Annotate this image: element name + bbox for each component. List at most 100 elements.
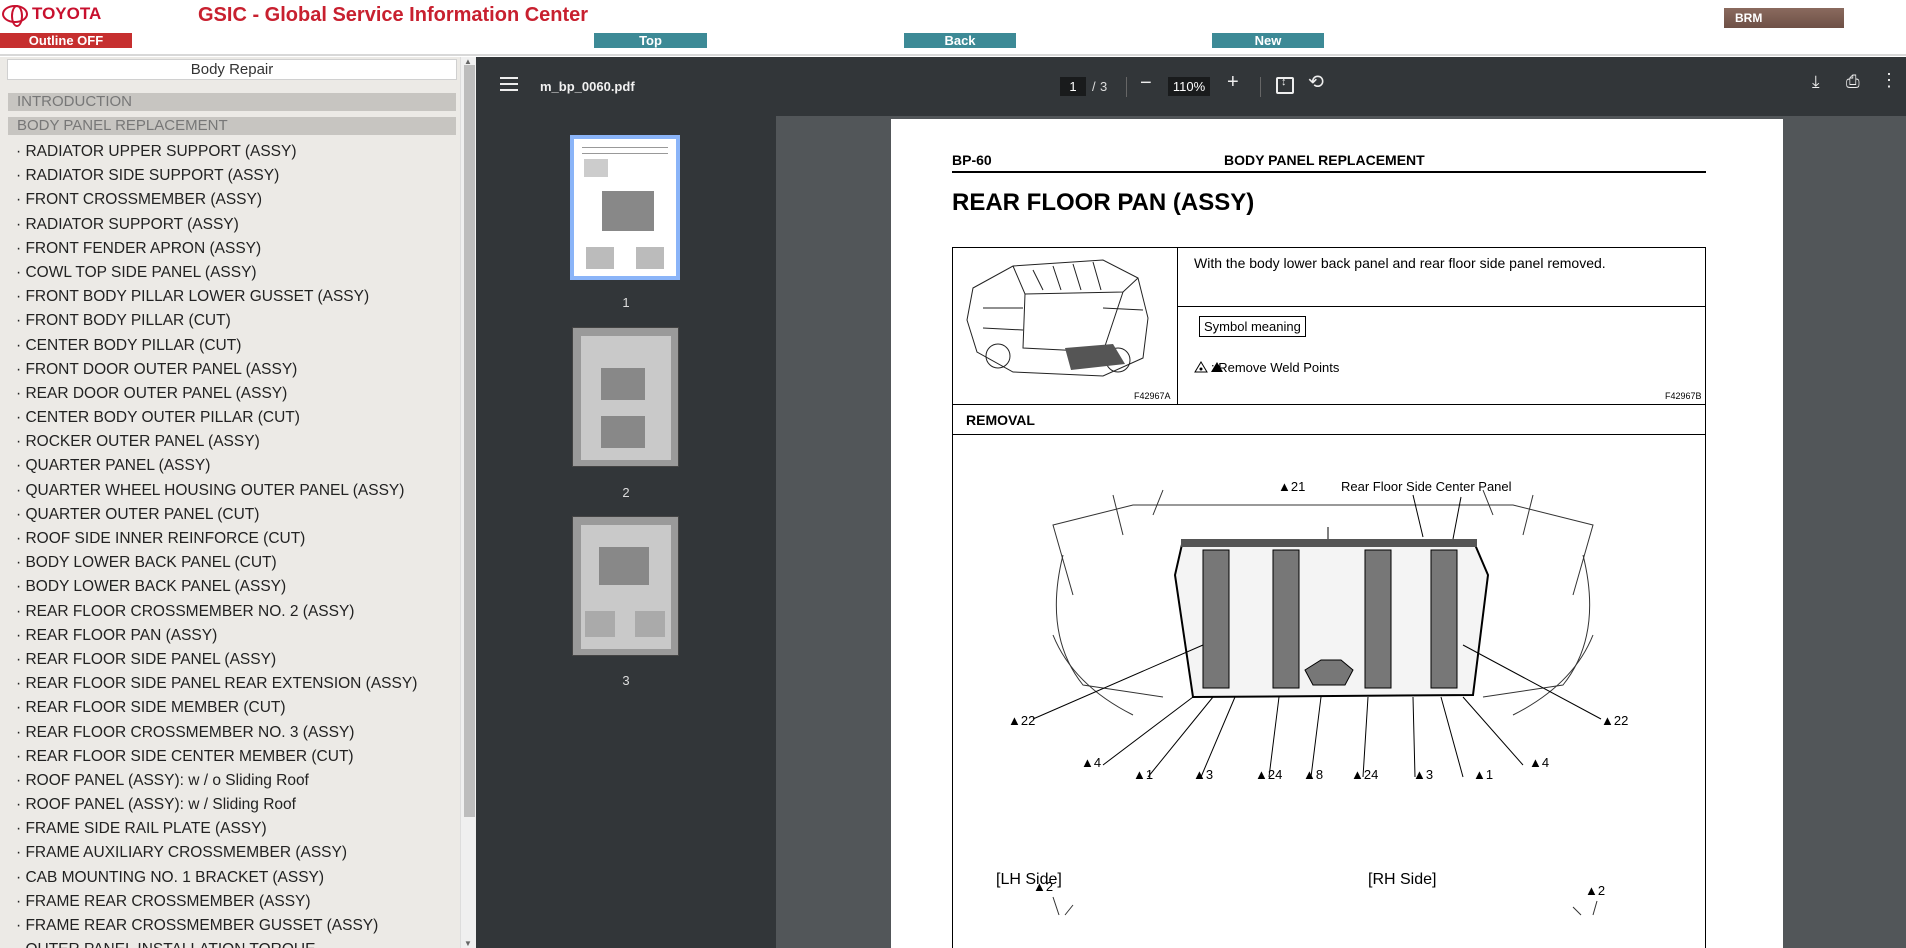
menu-icon[interactable] <box>500 77 518 91</box>
toc-item[interactable]: BODY LOWER BACK PANEL (CUT) <box>16 553 417 577</box>
toc-list: RADIATOR UPPER SUPPORT (ASSY)RADIATOR SI… <box>16 142 417 948</box>
figure-code-b: F42967B <box>1665 391 1702 401</box>
thumbnail-label: 2 <box>622 485 630 500</box>
toc-item[interactable]: REAR FLOOR SIDE CENTER MEMBER (CUT) <box>16 747 417 771</box>
weld-point-icon <box>1194 361 1223 373</box>
toc-item[interactable]: ROOF PANEL (ASSY): w / o Sliding Roof <box>16 771 417 795</box>
toc-item[interactable]: RADIATOR SIDE SUPPORT (ASSY) <box>16 166 417 190</box>
section-introduction[interactable]: INTRODUCTION <box>8 93 456 111</box>
toolbar-divider <box>1126 77 1127 97</box>
zoom-in-icon[interactable]: + <box>1227 71 1239 94</box>
lh-side-label: [LH Side] <box>996 871 1062 888</box>
toc-item[interactable]: RADIATOR SUPPORT (ASSY) <box>16 215 417 239</box>
toc-item[interactable]: FRONT BODY PILLAR LOWER GUSSET (ASSY) <box>16 287 417 311</box>
callout-8: ▲8 <box>1303 767 1323 782</box>
pdf-page: BP-60 BODY PANEL REPLACEMENT REAR FLOOR … <box>891 119 1783 948</box>
toc-item[interactable]: FRAME REAR CROSSMEMBER GUSSET (ASSY) <box>16 916 417 940</box>
toc-item[interactable]: REAR FLOOR CROSSMEMBER NO. 2 (ASSY) <box>16 602 417 626</box>
sidebar: Body Repair INTRODUCTION BODY PANEL REPL… <box>0 57 476 948</box>
callout-4-left: ▲4 <box>1081 755 1101 770</box>
toc-item[interactable]: QUARTER OUTER PANEL (CUT) <box>16 505 417 529</box>
doc-page-code: BP-60 <box>952 152 992 168</box>
pdf-filename: m_bp_0060.pdf <box>540 79 635 94</box>
zoom-out-icon[interactable]: − <box>1140 72 1152 95</box>
vehicle-illustration <box>953 248 1178 405</box>
toc-item[interactable]: REAR FLOOR PAN (ASSY) <box>16 626 417 650</box>
app-header: TOYOTA GSIC - Global Service Information… <box>0 0 1906 56</box>
brm-button[interactable]: BRM <box>1724 8 1844 28</box>
toc-item[interactable]: QUARTER PANEL (ASSY) <box>16 456 417 480</box>
callout-1-right: ▲1 <box>1473 767 1493 782</box>
page-count: 3 <box>1100 79 1108 94</box>
scroll-down-icon[interactable]: ▼ <box>464 939 472 948</box>
zoom-input[interactable]: 110% <box>1168 77 1210 96</box>
toc-item[interactable]: RADIATOR UPPER SUPPORT (ASSY) <box>16 142 417 166</box>
callout-3-right: ▲3 <box>1413 767 1433 782</box>
toc-item[interactable]: FRONT CROSSMEMBER (ASSY) <box>16 190 417 214</box>
toyota-logo[interactable]: TOYOTA <box>2 4 102 27</box>
toc-item[interactable]: REAR FLOOR SIDE PANEL REAR EXTENSION (AS… <box>16 674 417 698</box>
toc-item[interactable]: CENTER BODY PILLAR (CUT) <box>16 336 417 360</box>
callout-4-right: ▲4 <box>1529 755 1549 770</box>
callout-24-right: ▲24 <box>1351 767 1378 782</box>
symbol-legend: : Remove Weld Points <box>1194 360 1339 375</box>
callout-2-rh: ▲2 <box>1585 883 1605 898</box>
toc-item[interactable]: ROOF PANEL (ASSY): w / Sliding Roof <box>16 795 417 819</box>
pdf-toolbar: m_bp_0060.pdf 1 / 3 − 110% + ⟲ ⤓ ⎙ ⋮ <box>476 57 1906 116</box>
sidebar-scrollbar[interactable]: ▲ ▼ <box>460 57 476 948</box>
toc-item[interactable]: REAR FLOOR CROSSMEMBER NO. 3 (ASSY) <box>16 723 417 747</box>
floor-pan-diagram: Rear Floor Side Center Panel ▲21 ▲22 ▲22… <box>1008 479 1628 916</box>
toc-item[interactable]: ROOF SIDE INNER REINFORCE (CUT) <box>16 529 417 553</box>
toc-item[interactable]: FRONT DOOR OUTER PANEL (ASSY) <box>16 360 417 384</box>
logo-text: TOYOTA <box>32 4 102 23</box>
outline-off-button[interactable]: Outline OFF <box>0 33 132 48</box>
download-icon[interactable]: ⤓ <box>1812 72 1820 92</box>
toc-item[interactable]: FRAME REAR CROSSMEMBER (ASSY) <box>16 892 417 916</box>
toc-item[interactable]: ROCKER OUTER PANEL (ASSY) <box>16 432 417 456</box>
toc-item[interactable]: FRAME SIDE RAIL PLATE (ASSY) <box>16 819 417 843</box>
info-divider <box>1178 306 1706 307</box>
toc-item[interactable]: OUTER PANEL INSTALLATION TORQUE <box>16 940 417 948</box>
top-button[interactable]: Top <box>594 33 707 48</box>
doc-title: REAR FLOOR PAN (ASSY) <box>952 189 1255 216</box>
toc-item[interactable]: COWL TOP SIDE PANEL (ASSY) <box>16 263 417 287</box>
section-body-panel-replacement[interactable]: BODY PANEL REPLACEMENT <box>8 117 456 135</box>
toc-item[interactable]: FRAME AUXILIARY CROSSMEMBER (ASSY) <box>16 843 417 867</box>
callout-3-left: ▲3 <box>1193 767 1213 782</box>
symbol-meaning-label: Symbol meaning <box>1199 316 1306 337</box>
toc-item[interactable]: FRONT BODY PILLAR (CUT) <box>16 311 417 335</box>
rotate-icon[interactable]: ⟲ <box>1308 71 1324 94</box>
callout-1-left: ▲1 <box>1133 767 1153 782</box>
thumbnail-page-2[interactable] <box>572 327 679 467</box>
thumbnail-label: 3 <box>622 673 630 688</box>
figure-code-a: F42967A <box>1134 391 1171 401</box>
label-rear-floor-side-center-panel: Rear Floor Side Center Panel <box>1341 479 1512 494</box>
more-icon[interactable]: ⋮ <box>1880 70 1898 91</box>
thumbnail-page-3[interactable] <box>572 516 679 656</box>
page-separator: / <box>1092 79 1096 94</box>
callout-22-right: ▲22 <box>1601 713 1628 728</box>
pdf-viewer: m_bp_0060.pdf 1 / 3 − 110% + ⟲ ⤓ ⎙ ⋮ 1 2 <box>476 57 1906 948</box>
toolbar-divider <box>1260 77 1261 97</box>
rh-side-label: [RH Side] <box>1368 871 1437 888</box>
scroll-thumb[interactable] <box>464 65 475 817</box>
toc-item[interactable]: REAR FLOOR SIDE MEMBER (CUT) <box>16 698 417 722</box>
toc-item[interactable]: REAR DOOR OUTER PANEL (ASSY) <box>16 384 417 408</box>
thumbnail-page-1[interactable] <box>570 135 680 280</box>
info-box: With the body lower back panel and rear … <box>952 247 1706 405</box>
back-button[interactable]: Back <box>904 33 1016 48</box>
toc-item[interactable]: REAR FLOOR SIDE PANEL (ASSY) <box>16 650 417 674</box>
thumbnail-label: 1 <box>622 295 630 310</box>
sidebar-title: Body Repair <box>7 59 457 80</box>
toc-item[interactable]: QUARTER WHEEL HOUSING OUTER PANEL (ASSY) <box>16 481 417 505</box>
app-title: GSIC - Global Service Information Center <box>198 4 589 26</box>
print-icon[interactable]: ⎙ <box>1846 72 1860 92</box>
toc-item[interactable]: FRONT FENDER APRON (ASSY) <box>16 239 417 263</box>
toc-item[interactable]: CAB MOUNTING NO. 1 BRACKET (ASSY) <box>16 868 417 892</box>
removal-heading: REMOVAL <box>952 405 1706 435</box>
page-number-input[interactable]: 1 <box>1060 77 1086 96</box>
toc-item[interactable]: CENTER BODY OUTER PILLAR (CUT) <box>16 408 417 432</box>
fit-page-icon[interactable] <box>1276 76 1294 94</box>
new-button[interactable]: New <box>1212 33 1324 48</box>
toc-item[interactable]: BODY LOWER BACK PANEL (ASSY) <box>16 577 417 601</box>
